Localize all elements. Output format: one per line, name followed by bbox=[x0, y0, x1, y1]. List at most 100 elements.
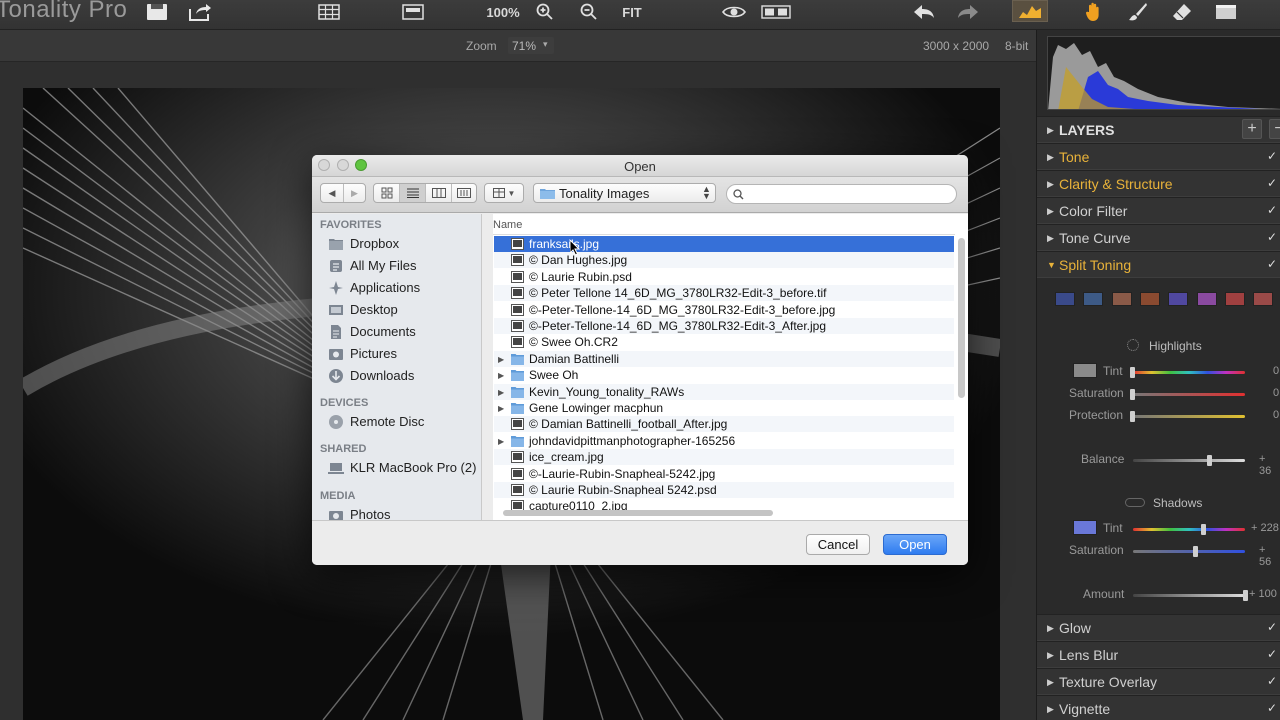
shadows-tint-swatch[interactable] bbox=[1073, 520, 1097, 535]
sidebar-item-remote-disc[interactable]: Remote Disc bbox=[320, 412, 480, 432]
zoom-100-button[interactable]: 100% bbox=[484, 0, 522, 24]
search-input[interactable] bbox=[749, 187, 949, 201]
highlights-protection-slider[interactable] bbox=[1133, 415, 1245, 418]
enabled-checkbox[interactable]: ✓ bbox=[1267, 647, 1277, 661]
search-field[interactable] bbox=[726, 184, 957, 204]
split-toning-preset-swatch[interactable] bbox=[1224, 292, 1245, 306]
sidebar-item-applications[interactable]: Applications bbox=[320, 278, 480, 298]
cancel-button[interactable]: Cancel bbox=[806, 534, 870, 555]
disclosure-triangle-icon[interactable]: ▶ bbox=[498, 371, 504, 380]
panel-icon[interactable] bbox=[1212, 0, 1240, 24]
eye-icon[interactable] bbox=[720, 0, 748, 24]
eraser-tool-icon[interactable] bbox=[1168, 0, 1196, 24]
section-texture-overlay[interactable]: ▶ Texture Overlay ✓ bbox=[1037, 668, 1280, 695]
enabled-checkbox[interactable]: ✓ bbox=[1267, 257, 1277, 271]
enabled-checkbox[interactable]: ✓ bbox=[1267, 149, 1277, 163]
enabled-checkbox[interactable]: ✓ bbox=[1267, 203, 1277, 217]
add-layer-button[interactable]: + bbox=[1242, 119, 1262, 139]
section-glow[interactable]: ▶ Glow ✓ bbox=[1037, 614, 1280, 641]
zoom-in-icon[interactable] bbox=[534, 0, 556, 24]
enabled-checkbox[interactable]: ✓ bbox=[1267, 176, 1277, 190]
location-popup[interactable]: Tonality Images ▲ ▼ bbox=[533, 183, 716, 203]
shadows-tint-slider[interactable] bbox=[1133, 528, 1245, 531]
folder-row[interactable]: ▶ Damian Battinelli bbox=[494, 350, 954, 367]
single-view-icon[interactable] bbox=[400, 0, 426, 24]
forward-button[interactable]: ▶ bbox=[344, 184, 365, 202]
file-row[interactable]: ©-Laurie-Rubin-Snapheal-5242.jpg bbox=[494, 466, 954, 482]
section-clarity-structure[interactable]: ▶ Clarity & Structure ✓ bbox=[1037, 170, 1280, 197]
horizontal-scrollbar[interactable] bbox=[503, 510, 773, 516]
coverflow-view-button[interactable] bbox=[452, 184, 476, 202]
sidebar-item-shared-mac[interactable]: KLR MacBook Pro (2) bbox=[320, 458, 480, 478]
folder-row[interactable]: ▶ Kevin_Young_tonality_RAWs bbox=[494, 383, 954, 400]
file-row[interactable]: © Dan Hughes.jpg bbox=[494, 252, 954, 269]
disclosure-triangle-icon[interactable]: ▶ bbox=[498, 404, 504, 413]
highlights-tint-slider[interactable] bbox=[1133, 371, 1245, 374]
vertical-scrollbar[interactable] bbox=[958, 238, 965, 398]
folder-row[interactable]: ▶ johndavidpittmanphotographer-165256 bbox=[494, 433, 954, 449]
redo-icon[interactable] bbox=[954, 0, 982, 24]
enabled-checkbox[interactable]: ✓ bbox=[1267, 620, 1277, 634]
highlights-tint-swatch[interactable] bbox=[1073, 363, 1097, 378]
section-vignette[interactable]: ▶ Vignette ✓ bbox=[1037, 695, 1280, 720]
slider-thumb[interactable] bbox=[1243, 590, 1248, 601]
enabled-checkbox[interactable]: ✓ bbox=[1267, 674, 1277, 688]
split-toning-preset-swatch[interactable] bbox=[1253, 292, 1274, 306]
section-split-toning[interactable]: ▼ Split Toning ✓ bbox=[1037, 251, 1280, 278]
file-row[interactable]: © Damian Battinelli_football_After.jpg bbox=[494, 416, 954, 433]
zoom-out-icon[interactable] bbox=[578, 0, 600, 24]
slider-thumb[interactable] bbox=[1207, 455, 1212, 466]
chevron-down-icon[interactable]: ▾ bbox=[543, 39, 548, 50]
column-view-button[interactable] bbox=[426, 184, 452, 202]
slider-thumb[interactable] bbox=[1130, 389, 1135, 400]
icon-view-button[interactable] bbox=[374, 184, 400, 202]
sidebar-item-documents[interactable]: Documents bbox=[320, 322, 480, 342]
file-row[interactable]: © Laurie Rubin.psd bbox=[494, 269, 954, 285]
file-row[interactable]: © Swee Oh.CR2 bbox=[494, 334, 954, 350]
slider-thumb[interactable] bbox=[1193, 546, 1198, 557]
section-lens-blur[interactable]: ▶ Lens Blur ✓ bbox=[1037, 641, 1280, 668]
split-toning-preset-swatch[interactable] bbox=[1111, 292, 1132, 306]
share-icon[interactable] bbox=[186, 0, 214, 24]
fit-button[interactable]: FIT bbox=[618, 0, 646, 24]
file-row[interactable]: ©-Peter-Tellone-14_6D_MG_3780LR32-Edit-3… bbox=[494, 302, 954, 318]
undo-icon[interactable] bbox=[910, 0, 938, 24]
slider-thumb[interactable] bbox=[1130, 411, 1135, 422]
sidebar-item-downloads[interactable]: Downloads bbox=[320, 366, 480, 386]
sidebar-item-dropbox[interactable]: Dropbox bbox=[320, 234, 480, 254]
enabled-checkbox[interactable]: ✓ bbox=[1267, 230, 1277, 244]
file-row[interactable]: franksails.jpg bbox=[494, 236, 954, 252]
remove-layer-button[interactable]: − bbox=[1269, 119, 1280, 139]
brush-tool-icon[interactable] bbox=[1124, 0, 1152, 24]
column-header-name[interactable]: Name bbox=[493, 219, 522, 231]
highlights-saturation-slider[interactable] bbox=[1133, 393, 1245, 396]
section-tone-curve[interactable]: ▶ Tone Curve ✓ bbox=[1037, 224, 1280, 251]
arrange-menu[interactable]: ▼ bbox=[484, 183, 524, 203]
section-tone[interactable]: ▶ Tone ✓ bbox=[1037, 143, 1280, 170]
folder-row[interactable]: ▶ Swee Oh bbox=[494, 367, 954, 383]
amount-slider[interactable] bbox=[1133, 594, 1245, 597]
disclosure-triangle-icon[interactable]: ▶ bbox=[498, 355, 504, 364]
split-toning-preset-swatch[interactable] bbox=[1055, 292, 1075, 306]
disclosure-triangle-icon[interactable]: ▶ bbox=[498, 388, 504, 397]
file-row[interactable]: ©-Peter-Tellone-14_6D_MG_3780LR32-Edit-3… bbox=[494, 318, 954, 334]
section-color-filter[interactable]: ▶ Color Filter ✓ bbox=[1037, 197, 1280, 224]
balance-slider[interactable] bbox=[1133, 459, 1245, 462]
folder-row[interactable]: ▶ Gene Lowinger macphun bbox=[494, 400, 954, 416]
split-toning-preset-swatch[interactable] bbox=[1139, 292, 1160, 306]
histogram-mode-icon[interactable] bbox=[1012, 0, 1048, 22]
compare-icon[interactable] bbox=[760, 0, 792, 24]
sidebar-item-pictures[interactable]: Pictures bbox=[320, 344, 480, 364]
hand-tool-icon[interactable] bbox=[1080, 0, 1108, 24]
split-toning-preset-swatch[interactable] bbox=[1083, 292, 1104, 306]
back-button[interactable]: ◀ bbox=[321, 184, 344, 202]
enabled-checkbox[interactable]: ✓ bbox=[1267, 701, 1277, 715]
disclosure-triangle-icon[interactable]: ▶ bbox=[498, 437, 504, 446]
file-row[interactable]: © Peter Tellone 14_6D_MG_3780LR32-Edit-3… bbox=[494, 285, 954, 302]
save-icon[interactable] bbox=[144, 0, 170, 24]
grid-view-icon[interactable] bbox=[316, 0, 342, 24]
open-button[interactable]: Open bbox=[883, 534, 947, 555]
shadows-saturation-slider[interactable] bbox=[1133, 550, 1245, 553]
split-toning-preset-swatch[interactable] bbox=[1196, 292, 1217, 306]
slider-thumb[interactable] bbox=[1130, 367, 1135, 378]
